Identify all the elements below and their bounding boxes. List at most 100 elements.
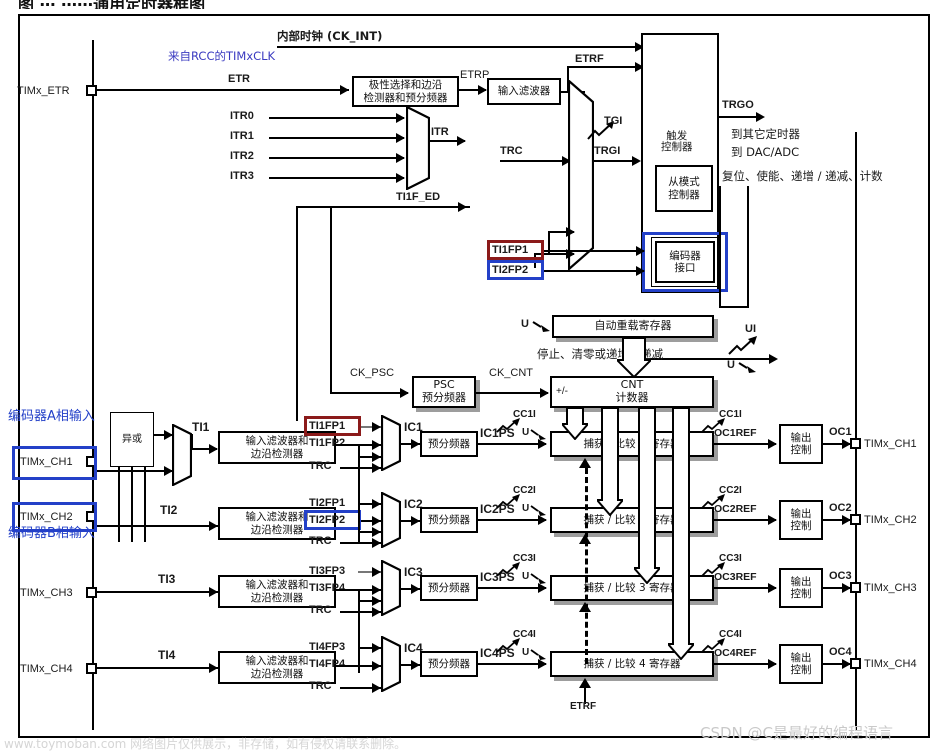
ti1f-ed-line (296, 206, 470, 208)
trgi-out-arrow-icon (632, 156, 641, 166)
channel-2-prescaler-label: 预分频器 (428, 513, 470, 526)
channel-2-fp-a-arrow-icon (372, 499, 381, 509)
slave-mode-controller-label: 从模式 控制器 (668, 176, 700, 201)
arr-to-cnt-bus (617, 338, 651, 378)
capture-feedback-arrow-4-icon (579, 678, 591, 688)
channel-4-filter-label: 输入滤波器和 边沿检测器 (245, 655, 309, 680)
ti1f-ed-label: TI1F_ED (396, 191, 441, 203)
itr-label: ITR (431, 126, 449, 138)
ti2fp2-encoder-arrow-icon (636, 266, 645, 276)
ck-psc-line (330, 392, 408, 394)
ck-cnt-line (476, 392, 548, 394)
watermark-right: CSDN @C是最好的编程语言 (700, 724, 894, 742)
timer-block-diagram: 图 ⋯ ⋯⋯通用定时器框图 内部时钟 (CK_INT) 来自RCC的TIMxCL… (0, 0, 949, 756)
channel-4-ic-mux (381, 636, 401, 692)
channel-4-ocref-line (714, 663, 776, 665)
channel-1-ocref-arrow-icon (768, 439, 777, 449)
channel-1-prescaler-block: 预分频器 (420, 431, 478, 457)
channel-3-in-pin-square[interactable] (86, 587, 97, 598)
trgo-label: TRGO (722, 99, 754, 111)
channel-3-ic-mux (381, 560, 401, 616)
channel-3-output-control-block: 输出 控制 (779, 568, 823, 608)
channel-4-in-pin-label: TIMx_CH4 (20, 663, 73, 675)
slave-outputs-label: 复位、使能、递增 / 递减、计数 (722, 169, 883, 183)
encoder-phase-a-label: 编码器A相输入 (8, 409, 95, 424)
channel-1-ti-drop (191, 434, 193, 449)
slave-out-drop (747, 186, 749, 306)
capture-feedback-arrow-1-icon (579, 458, 591, 468)
channel-4-in-pin-square[interactable] (86, 663, 97, 674)
channel-3-trc-arrow-icon (372, 607, 381, 617)
channel-3-trc-label: TRC (309, 604, 332, 616)
itr3-arrow-icon (396, 173, 405, 183)
u-flag2-label: U (727, 359, 735, 371)
channel-3-fp-a-arrow-icon (372, 567, 381, 577)
channel-4-u-flag-icon (530, 649, 546, 660)
channel-4-u-flag-label: U (522, 647, 530, 658)
etrp-arrow-icon (478, 85, 487, 95)
ck-int-line (277, 46, 639, 48)
right-pin-bus (855, 132, 857, 730)
channel-3-ccr-label: 捕获 / 比较 3 寄存器 (583, 581, 681, 594)
channel-1-out-pin-square[interactable] (850, 438, 861, 449)
left-pin-bus (92, 40, 94, 730)
channel-4-cc-flag-icon (496, 638, 520, 653)
ui-flag-icon (728, 336, 757, 355)
trc-top-label: TRC (500, 145, 523, 157)
channel-3-in-pin-label: TIMx_CH3 (20, 587, 73, 599)
etr-arrow-icon (340, 85, 349, 95)
ck-psc-arrow-icon (400, 388, 409, 398)
etr-label: ETR (228, 73, 250, 85)
ck-cnt-label: CK_CNT (489, 367, 534, 379)
itr2-arrow-icon (396, 153, 405, 163)
cnt-to-ccr4-bus (668, 408, 694, 660)
channel-1-pin-highlight (12, 446, 97, 480)
channel-2-u-flag-label: U (522, 503, 530, 514)
channel-2-filter-label: 输入滤波器和 边沿检测器 (245, 511, 309, 536)
channel-4-prescaler-label: 预分频器 (428, 657, 470, 670)
channel-4-icps-line (478, 663, 546, 665)
u-flag-arrow-icon (532, 321, 550, 332)
to-dac-adc-label: 到 DAC/ADC (731, 145, 800, 159)
channel-4-ic-arrow-icon (411, 660, 420, 670)
etrf-line-b (567, 66, 639, 68)
channel-1-oc-label: OC1 (829, 426, 852, 438)
channel-4-fp-a-label: TI4FP3 (309, 641, 346, 653)
channel-4-out-pin-label: TIMx_CH4 (864, 658, 917, 670)
psc-block: PSC 预分频器 (412, 376, 476, 408)
ti2fp2-to-encoder-line (544, 270, 644, 272)
xor-leg-3 (144, 467, 146, 542)
channel-2-ocref-label: OC2REF (714, 503, 757, 515)
channel-3-filter-label: 输入滤波器和 边沿检测器 (245, 579, 309, 604)
channel-1-fp-a-arrow-icon (372, 422, 381, 432)
to-other-timers-label: 到其它定时器 (731, 127, 800, 141)
channel-1-ic-arrow-icon (411, 439, 420, 449)
channel-1-ocref-line (714, 443, 776, 445)
input-filter-label: 输入滤波器 (497, 85, 551, 98)
ti1fp1-to-encoder-line (544, 250, 644, 252)
channel-2-out-pin-square[interactable] (850, 514, 861, 525)
itr0-arrow-icon (396, 113, 405, 123)
itr1-label: ITR1 (230, 130, 254, 142)
channel-2-cc-flag-icon (496, 494, 520, 509)
channel-2-fp-a-label: TI2FP1 (309, 497, 346, 509)
channel-3-fp-a-label: TI3FP3 (309, 565, 346, 577)
channel-2-ic-arrow-icon (411, 516, 420, 526)
polarity-edge-prescaler-block: 极性选择和边沿 检测器和预分频器 (352, 76, 459, 107)
channel-3-ocref-line (714, 587, 776, 589)
channel-1-out-pin-label: TIMx_CH1 (864, 438, 917, 450)
channel-4-out-pin-square[interactable] (850, 658, 861, 669)
etr-pin-square[interactable] (86, 85, 97, 96)
itr-mux (406, 106, 430, 190)
channel-2-ti-label: TI2 (160, 503, 178, 517)
channel-1-icps-line (478, 443, 546, 445)
itr2-line (269, 157, 404, 159)
ti2fp2-top-highlight (487, 260, 544, 280)
trc-vertical-bus-34 (358, 589, 360, 673)
channel-3-ocref-label: OC3REF (714, 571, 757, 583)
channel-4-trc-arrow-icon (372, 683, 381, 693)
channel-3-out-pin-square[interactable] (850, 582, 861, 593)
cnt-to-ccr3-bus (634, 408, 660, 584)
itr-out-arrow-icon (457, 136, 466, 146)
channel-1-output-control-label: 输出 控制 (790, 431, 812, 456)
